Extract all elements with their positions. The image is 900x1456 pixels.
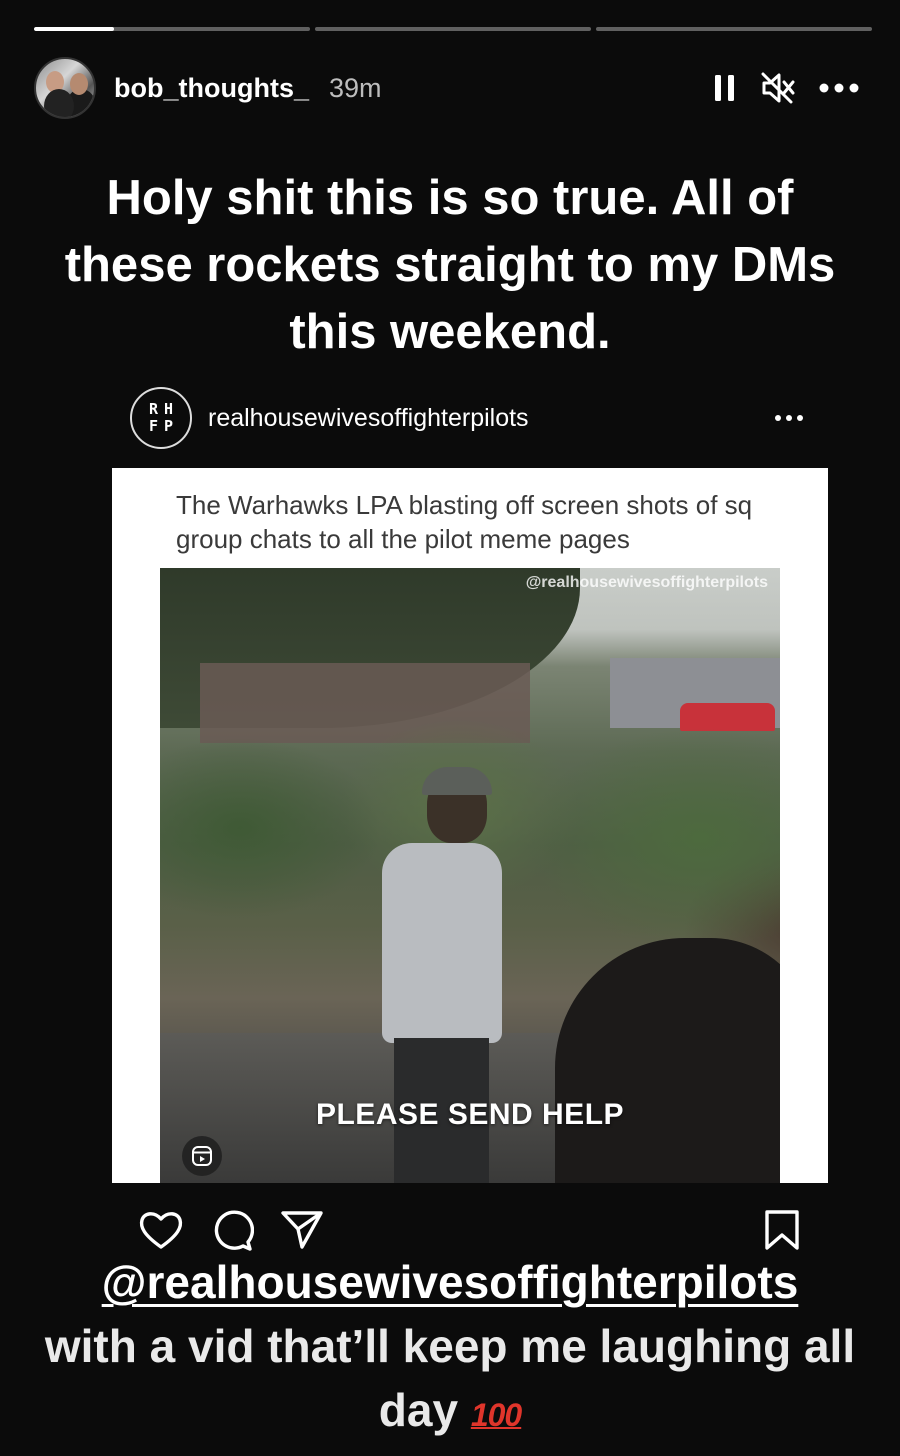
- hundred-points-emoji: 100: [470, 1397, 522, 1433]
- story-header: bob_thoughts_ 39m: [34, 56, 860, 120]
- post-actions: [138, 1205, 800, 1255]
- story-caption-top: Holy shit this is so true. All of these …: [64, 171, 836, 359]
- post-actions-left: [138, 1208, 324, 1252]
- post-text: The Warhawks LPA blasting off screen sho…: [176, 490, 753, 554]
- story-viewer: bob_thoughts_ 39m Holy shit this is so t…: [0, 0, 900, 1456]
- progress-fill: [34, 27, 115, 31]
- post-actions-right: [764, 1209, 800, 1251]
- more-icon[interactable]: [818, 82, 860, 94]
- video-overlay-text: PLEASE SEND HELP: [315, 1098, 625, 1131]
- reel-icon[interactable]: [182, 1136, 222, 1176]
- caption-text: with a vid that’ll keep me laughing all …: [44, 1320, 856, 1436]
- avatar-letter: R: [148, 400, 159, 418]
- post-more-icon[interactable]: [774, 409, 804, 427]
- embedded-post-header[interactable]: R H F P realhousewivesoffighterpilots: [130, 387, 804, 449]
- embedded-post-card[interactable]: The Warhawks LPA blasting off screen sho…: [112, 468, 828, 1183]
- video-foreground-shape: [555, 938, 780, 1183]
- timestamp: 39m: [328, 72, 382, 103]
- heart-icon[interactable]: [138, 1209, 184, 1251]
- story-progress: [34, 27, 872, 31]
- progress-segment: [34, 27, 310, 31]
- avatar-letter: H: [163, 400, 174, 418]
- username[interactable]: bob_thoughts_: [114, 73, 309, 104]
- comment-icon[interactable]: [210, 1208, 254, 1252]
- video-watermark: @realhousewivesoffighterpilots: [525, 574, 768, 591]
- share-icon[interactable]: [280, 1209, 324, 1251]
- pause-icon[interactable]: [712, 73, 738, 103]
- progress-segment: [596, 27, 872, 31]
- avatar-letter: F: [148, 417, 159, 435]
- avatar-letter: P: [163, 417, 174, 435]
- post-video[interactable]: @realhousewivesoffighterpilots PLEASE SE…: [160, 568, 780, 1183]
- post-handle[interactable]: realhousewivesoffighterpilots: [208, 404, 529, 433]
- bookmark-icon[interactable]: [764, 1209, 800, 1251]
- header-controls: [712, 71, 860, 105]
- progress-segment: [315, 27, 591, 31]
- mute-icon[interactable]: [760, 71, 796, 105]
- post-avatar[interactable]: R H F P: [130, 387, 192, 449]
- mention-link[interactable]: @realhousewivesoffighterpilots: [40, 1250, 860, 1314]
- story-caption-bottom: @realhousewivesoffighterpilots with a vi…: [40, 1250, 860, 1447]
- avatar[interactable]: [34, 57, 96, 119]
